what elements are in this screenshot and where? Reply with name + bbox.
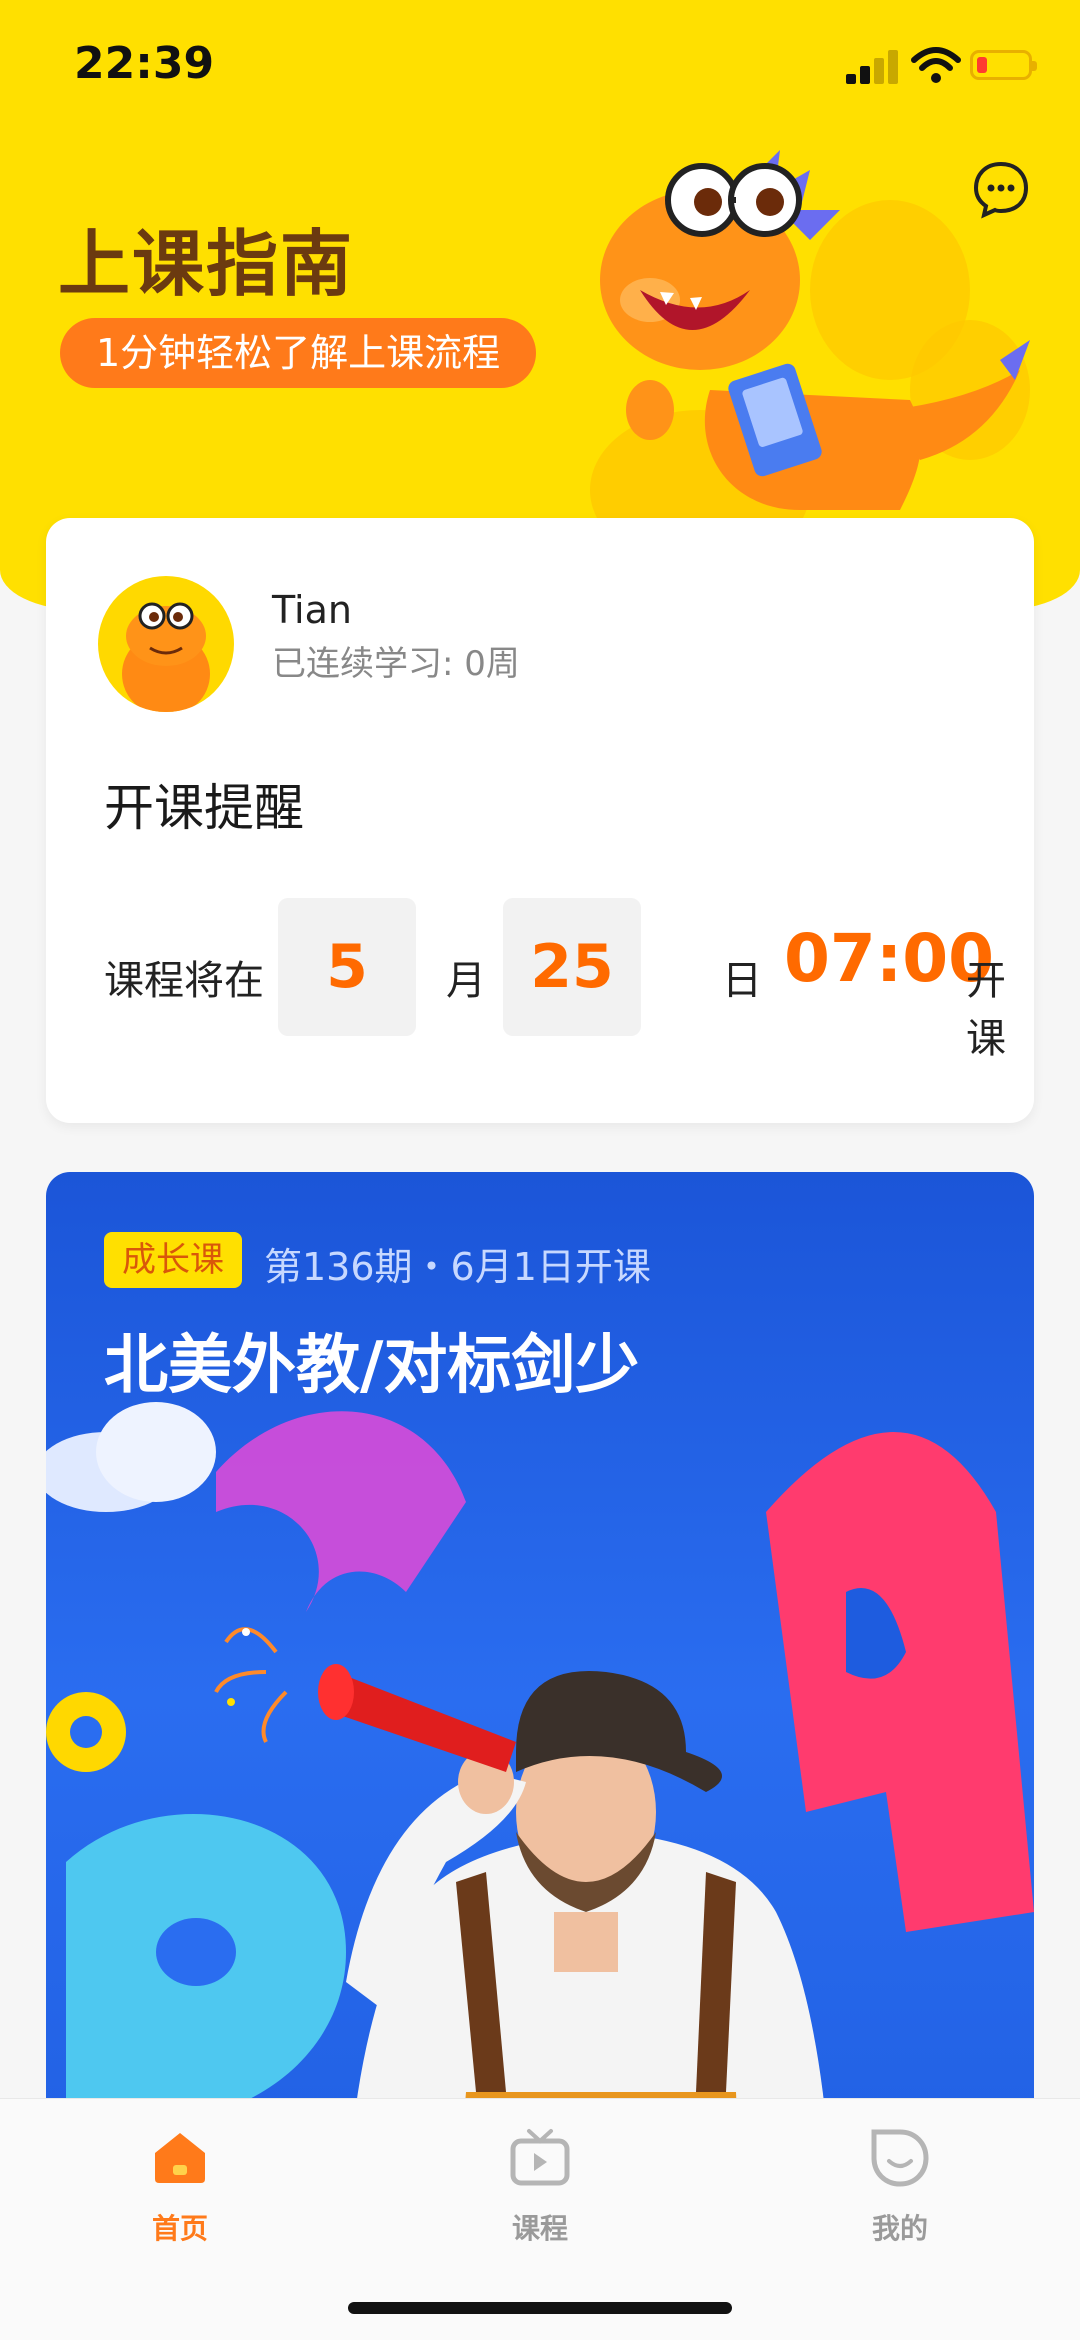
month-unit: 月 (446, 958, 486, 1004)
schedule-time: 07:00 (784, 920, 995, 997)
schedule-day: 25 (503, 898, 641, 1036)
cellular-signal-icon (846, 50, 898, 84)
class-schedule: 课程将在 5 月 25 日 07:00 开课 (104, 898, 1034, 1062)
schedule-suffix: 开课 (966, 958, 1006, 1062)
course-tag: 成长课 (104, 1232, 242, 1288)
user-name: Tian (272, 588, 352, 632)
course-period: 第136期・6月1日开课 (264, 1245, 651, 1289)
tab-profile-label: 我的 (871, 2212, 928, 2245)
home-icon (155, 2133, 205, 2183)
tab-profile[interactable]: 我的 (810, 2127, 990, 2247)
dinosaur-avatar-icon (122, 602, 210, 712)
day-unit: 日 (722, 958, 762, 1004)
tv-icon (510, 2129, 570, 2186)
reminder-title: 开课提醒 (104, 779, 304, 837)
tab-courses[interactable]: 课程 (450, 2127, 630, 2247)
guide-subtitle-button[interactable]: 1分钟轻松了解上课流程 (60, 318, 537, 388)
status-bar: 22:39 (0, 0, 1080, 132)
schedule-month: 5 (278, 898, 416, 1036)
page-title: 上课指南 (58, 222, 355, 306)
tab-home-label: 首页 (151, 2212, 208, 2245)
study-streak: 已连续学习: 0周 (272, 644, 520, 684)
status-time: 22:39 (74, 38, 215, 89)
schedule-prefix: 课程将在 (104, 958, 264, 1004)
avatar[interactable] (98, 576, 234, 712)
profile-face-icon (871, 2129, 929, 2187)
wifi-icon (911, 47, 961, 83)
home-indicator (348, 2302, 732, 2314)
dinosaur-mascot-illustration (590, 150, 1030, 520)
profile-reminder-card: Tian 已连续学习: 0周 开课提醒 课程将在 5 月 25 日 07:00 … (46, 518, 1034, 1123)
tab-courses-label: 课程 (511, 2212, 568, 2245)
tab-home[interactable]: 首页 (90, 2127, 270, 2247)
battery-icon (970, 50, 1037, 80)
